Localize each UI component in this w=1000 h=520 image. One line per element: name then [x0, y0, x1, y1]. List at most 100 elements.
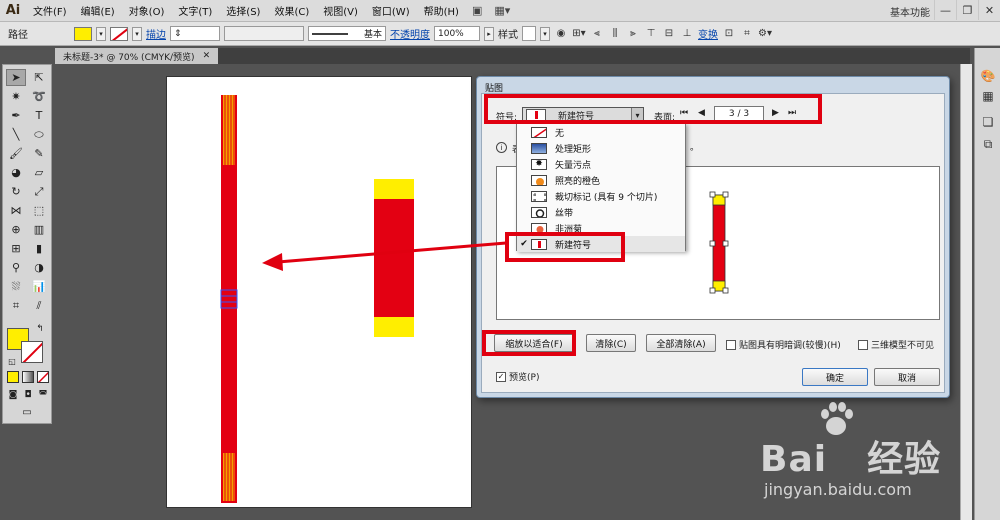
draw-behind-icon[interactable]: ◘ — [22, 389, 34, 401]
stroke-swatch[interactable] — [21, 341, 43, 363]
align-top-icon[interactable]: ⊤ — [644, 27, 658, 41]
align-middle-icon[interactable]: ⊟ — [662, 27, 676, 41]
document-tab[interactable]: 未标题-3* @ 70% (CMYK/预览) ✕ — [55, 48, 219, 64]
menu-effect[interactable]: 效果(C) — [267, 3, 316, 18]
more-options-icon[interactable]: ⚙▾ — [758, 27, 772, 41]
fill-dropdown-icon[interactable]: ▾ — [96, 26, 106, 41]
width-tool-icon[interactable]: ⋈ — [6, 202, 26, 219]
none-mode-icon[interactable] — [37, 371, 49, 383]
align-to-icon[interactable]: ⊞▾ — [572, 27, 586, 41]
style-swatch[interactable] — [522, 26, 536, 41]
opacity-link[interactable]: 不透明度 — [390, 26, 430, 41]
perspective-grid-tool-icon[interactable]: ▥ — [29, 221, 49, 238]
symbol-sprayer-tool-icon[interactable]: ⛆ — [6, 278, 26, 295]
symbol-option-orange[interactable]: 照亮的橙色 — [517, 172, 685, 188]
screen-mode-icon[interactable]: ▭ — [17, 405, 37, 419]
color-mode-icon[interactable] — [7, 371, 19, 383]
ellipse-tool-icon[interactable]: ⬭ — [29, 126, 49, 143]
blob-brush-tool-icon[interactable]: ◕ — [6, 164, 26, 181]
direct-selection-tool-icon[interactable]: ⇱ — [29, 69, 49, 86]
stroke-color-swatch[interactable] — [110, 26, 128, 41]
menu-select[interactable]: 选择(S) — [219, 3, 267, 18]
pencil-tool-icon[interactable]: ✎ — [29, 145, 49, 162]
lasso-tool-icon[interactable]: ➰ — [29, 88, 49, 105]
preview-checkbox[interactable]: ✓ 预览(P) — [496, 370, 539, 383]
fill-color-swatch[interactable] — [74, 26, 92, 41]
minimize-button[interactable]: — — [934, 0, 956, 20]
graph-tool-icon[interactable]: 📊 — [29, 278, 49, 295]
workspace-switcher[interactable]: 基本功能 — [890, 4, 930, 19]
symbol-red-body[interactable] — [374, 199, 414, 317]
stroke-dropdown-icon[interactable]: ▾ — [132, 26, 142, 41]
arrange-documents-icon[interactable]: ▦▾ — [494, 4, 510, 17]
color-panel-icon[interactable]: 🎨 — [979, 68, 997, 84]
invisible-geometry-checkbox[interactable]: 三维模型不可见 — [858, 338, 934, 351]
clear-button[interactable]: 清除(C) — [586, 334, 636, 352]
isolate-icon[interactable]: ⊡ — [722, 27, 736, 41]
close-tab-icon[interactable]: ✕ — [203, 51, 211, 61]
menu-view[interactable]: 视图(V) — [316, 3, 365, 18]
invisible-geometry-box[interactable] — [858, 339, 868, 350]
stroke-weight-field[interactable]: ⇕ — [170, 26, 220, 41]
align-right-icon[interactable]: ⫸ — [626, 27, 640, 41]
transform-link[interactable]: 变换 — [698, 26, 718, 41]
swap-fill-stroke-icon[interactable]: ↰ — [33, 323, 47, 335]
opacity-field[interactable]: 100% — [434, 26, 480, 41]
brush-style-field[interactable]: 基本 — [308, 26, 386, 41]
slice-tool-icon[interactable]: ⫽ — [29, 297, 49, 314]
recolor-artwork-icon[interactable]: ◉ — [554, 27, 568, 41]
line-tool-icon[interactable]: ╲ — [6, 126, 26, 143]
default-colors-icon[interactable]: ◱ — [5, 355, 19, 367]
paintbrush-tool-icon[interactable]: 🖌 — [6, 145, 26, 162]
free-transform-tool-icon[interactable]: ⬚ — [29, 202, 49, 219]
bridge-icon[interactable]: ▣ — [472, 4, 482, 17]
align-left-icon[interactable]: ⫷ — [590, 27, 604, 41]
symbol-option-splatter[interactable]: ✸ 矢量污点 — [517, 156, 685, 172]
symbol-bottom-yellow[interactable] — [374, 317, 414, 337]
rotate-tool-icon[interactable]: ↻ — [6, 183, 26, 200]
magic-wand-tool-icon[interactable]: ✷ — [6, 88, 26, 105]
close-button[interactable]: ✕ — [978, 0, 1000, 20]
symbol-option-none[interactable]: 无 — [517, 124, 685, 140]
align-bottom-icon[interactable]: ⊥ — [680, 27, 694, 41]
blend-tool-icon[interactable]: ◑ — [29, 259, 49, 276]
style-dropdown-icon[interactable]: ▾ — [540, 26, 550, 41]
pen-tool-icon[interactable]: ✒ — [6, 107, 26, 124]
menu-file[interactable]: 文件(F) — [26, 3, 74, 18]
artboard[interactable] — [166, 76, 472, 508]
restore-button[interactable]: ❐ — [956, 0, 978, 20]
shade-artwork-checkbox[interactable]: 贴图具有明暗调(较慢)(H) — [726, 338, 841, 351]
symbol-top-yellow[interactable] — [374, 179, 414, 199]
type-tool-icon[interactable]: T — [29, 107, 49, 124]
eyedropper-tool-icon[interactable]: ⚲ — [6, 259, 26, 276]
artboards-panel-icon[interactable]: ⧉ — [979, 136, 997, 152]
envelope-icon[interactable]: ⌗ — [740, 27, 754, 41]
scale-tool-icon[interactable]: ⤢ — [29, 183, 49, 200]
menu-help[interactable]: 帮助(H) — [417, 3, 466, 18]
menu-type[interactable]: 文字(T) — [171, 3, 219, 18]
shade-artwork-box[interactable] — [726, 339, 736, 350]
swatches-panel-icon[interactable]: ▦ — [979, 88, 997, 104]
layers-panel-icon[interactable]: ❏ — [979, 114, 997, 130]
symbol-option-ribbon[interactable]: 丝带 — [517, 204, 685, 220]
clear-all-button[interactable]: 全部清除(A) — [646, 334, 716, 352]
mesh-tool-icon[interactable]: ⊞ — [6, 240, 26, 257]
eraser-tool-icon[interactable]: ▱ — [29, 164, 49, 181]
menu-object[interactable]: 对象(O) — [122, 3, 172, 18]
opacity-dropdown-icon[interactable]: ▸ — [484, 26, 494, 41]
draw-normal-icon[interactable]: ◙ — [7, 389, 19, 401]
symbol-option-crop-marks[interactable]: 裁切标记 (具有 9 个切片) — [517, 188, 685, 204]
menu-window[interactable]: 窗口(W) — [365, 3, 417, 18]
cancel-button[interactable]: 取消 — [874, 368, 940, 386]
gradient-tool-icon[interactable]: ▮ — [29, 240, 49, 257]
stroke-link[interactable]: 描边 — [146, 26, 166, 41]
selection-tool-icon[interactable]: ➤ — [6, 69, 26, 86]
symbol-option-rectangle[interactable]: 处理矩形 — [517, 140, 685, 156]
gradient-mode-icon[interactable] — [22, 371, 34, 383]
menu-edit[interactable]: 编辑(E) — [74, 3, 122, 18]
draw-inside-icon[interactable]: ◚ — [37, 389, 49, 401]
ok-button[interactable]: 确定 — [802, 368, 868, 386]
variable-width-field[interactable] — [224, 26, 304, 41]
artboard-tool-icon[interactable]: ⌗ — [6, 297, 26, 314]
preview-box-checked-icon[interactable]: ✓ — [496, 371, 506, 382]
